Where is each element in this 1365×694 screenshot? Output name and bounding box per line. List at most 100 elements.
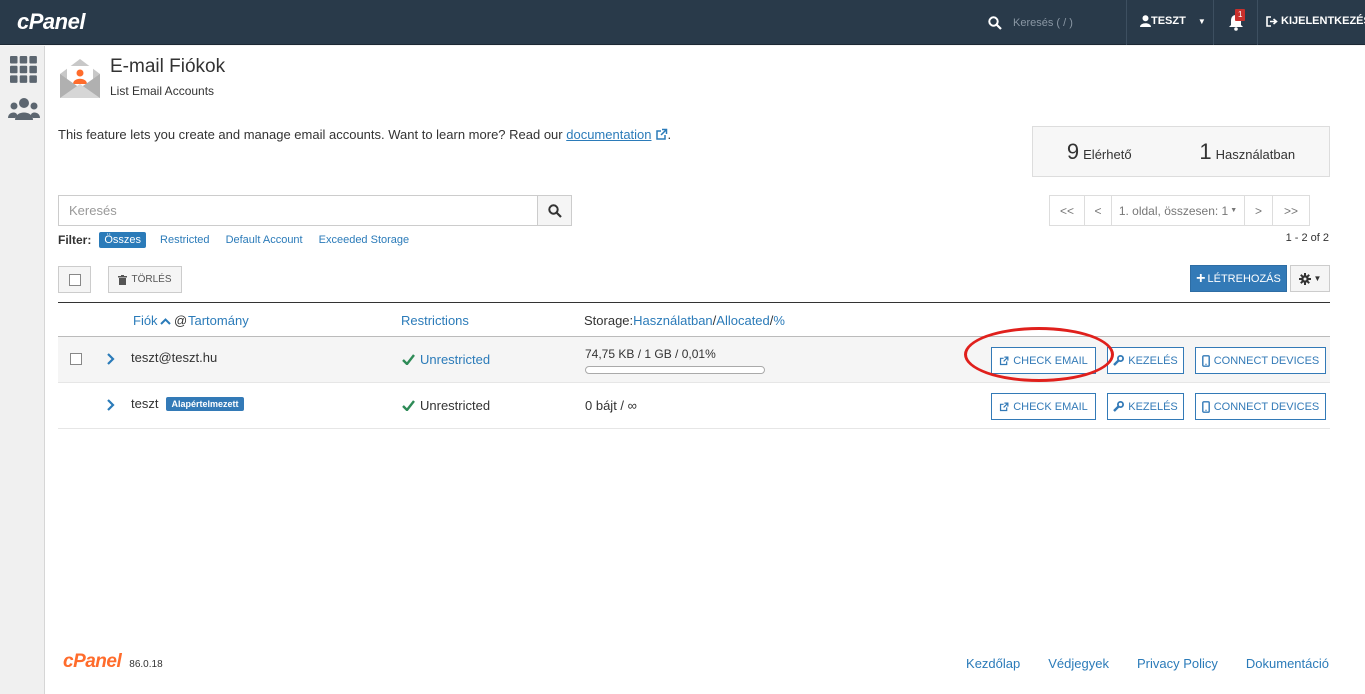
restriction-status[interactable]: Unrestricted xyxy=(402,352,490,367)
storage-prefix: Storage: xyxy=(584,313,634,328)
external-link-icon xyxy=(1000,402,1009,411)
main-content: E-mail Fiókok List Email Accounts This f… xyxy=(45,46,1365,694)
manage-button[interactable]: KEZELÉS xyxy=(1107,393,1184,420)
table-row: teszt Alapértelmezett Unrestricted 0 bájt… xyxy=(58,383,1330,429)
available-count: 9 xyxy=(1066,138,1080,164)
manage-label: KEZELÉS xyxy=(1128,354,1178,367)
storage-usage: 74,75 KB / 1 GB / 0,01% xyxy=(585,347,765,374)
user-menu[interactable]: TESZT ▼ xyxy=(1140,15,1206,27)
grid-apps-icon[interactable] xyxy=(10,56,37,83)
used-label: Használatban xyxy=(1215,146,1296,162)
cpanel-logo[interactable]: cPanel xyxy=(17,9,85,35)
search-icon xyxy=(988,16,1002,30)
check-icon xyxy=(402,400,415,411)
account-name: teszt@teszt.hu xyxy=(131,350,218,365)
email-envelope-icon xyxy=(60,59,100,98)
manage-label: KEZELÉS xyxy=(1128,400,1178,413)
footer-link-home[interactable]: Kezdőlap xyxy=(966,656,1020,671)
chevron-right-icon[interactable] xyxy=(106,352,116,366)
footer-cpanel-logo: cPanel xyxy=(63,651,122,672)
sort-domain[interactable]: Tartomány xyxy=(188,313,249,328)
filter-restricted[interactable]: Restricted xyxy=(160,234,210,246)
page-subtitle: List Email Accounts xyxy=(110,84,215,98)
manage-button[interactable]: KEZELÉS xyxy=(1107,347,1184,374)
sort-storage-percent[interactable]: % xyxy=(773,313,785,328)
select-all-checkbox[interactable] xyxy=(68,273,81,286)
restriction-status: Unrestricted xyxy=(402,398,490,413)
sort-storage-allocated[interactable]: Allocated xyxy=(716,313,769,328)
accounts-table: Fiók @ Tartomány Restrictions Storage: H… xyxy=(58,302,1330,429)
footer-link-docs[interactable]: Dokumentáció xyxy=(1246,656,1329,671)
users-icon[interactable] xyxy=(8,96,40,123)
settings-dropdown-button[interactable]: ▼ xyxy=(1290,265,1330,292)
select-all-button[interactable] xyxy=(58,266,91,293)
top-search[interactable]: Keresés ( / ) xyxy=(988,13,1118,33)
chevron-right-icon[interactable] xyxy=(106,398,116,412)
table-header: Fiók @ Tartomány Restrictions Storage: H… xyxy=(58,302,1330,337)
sidebar xyxy=(0,46,45,694)
page-select[interactable]: 1. oldal, összesen: 1 ▼ xyxy=(1111,195,1245,226)
external-link-icon xyxy=(1000,356,1009,365)
prev-page-button[interactable]: < xyxy=(1084,195,1112,226)
check-icon xyxy=(402,354,415,365)
divider xyxy=(1213,0,1214,45)
check-email-button[interactable]: CHECK EMAIL xyxy=(991,347,1096,374)
filter-exceeded-storage[interactable]: Exceeded Storage xyxy=(319,234,410,246)
create-label: LÉTREHOZÁS xyxy=(1207,272,1281,285)
page-title: E-mail Fiókok xyxy=(110,56,226,77)
search-input[interactable] xyxy=(58,195,537,226)
connect-devices-label: CONNECT DEVICES xyxy=(1213,400,1320,413)
check-email-button[interactable]: CHECK EMAIL xyxy=(991,393,1096,420)
storage-header: Storage: Használatban / Allocated / % xyxy=(584,313,785,328)
create-button[interactable]: + LÉTREHOZÁS xyxy=(1190,265,1287,292)
footer-link-trademarks[interactable]: Védjegyek xyxy=(1048,656,1109,671)
storage-text: 0 bájt / ∞ xyxy=(585,398,637,413)
sort-storage-used[interactable]: Használatban xyxy=(633,313,713,328)
intro-sentence: This feature lets you create and manage … xyxy=(58,127,567,142)
storage-text: 74,75 KB / 1 GB / 0,01% xyxy=(585,347,716,361)
external-link-icon xyxy=(655,128,667,140)
trash-icon xyxy=(118,274,128,285)
search-icon xyxy=(547,203,562,218)
chevron-down-icon: ▼ xyxy=(1230,207,1238,214)
logout-label: KIJELENTKEZÉS xyxy=(1281,15,1365,27)
sort-account[interactable]: Fiók xyxy=(133,313,158,328)
delete-button[interactable]: TÖRLÉS xyxy=(108,266,182,293)
filter-bar: Filter: Összes Restricted Default Accoun… xyxy=(58,232,425,248)
search-button[interactable] xyxy=(537,195,572,226)
default-account-badge: Alapértelmezett xyxy=(166,397,244,411)
logout-icon xyxy=(1266,15,1278,27)
mobile-phone-icon xyxy=(1201,354,1210,367)
footer-logo: cPanel 86.0.18 xyxy=(63,651,163,673)
logout-button[interactable]: KIJELENTKEZÉS xyxy=(1266,15,1365,27)
pagination: << < 1. oldal, összesen: 1 ▼ > >> xyxy=(1049,195,1310,226)
top-search-placeholder[interactable]: Keresés ( / ) xyxy=(1013,17,1073,29)
row-checkbox[interactable] xyxy=(70,353,82,365)
chevron-down-icon: ▼ xyxy=(1197,16,1206,26)
user-name: TESZT xyxy=(1151,15,1186,27)
next-page-button[interactable]: > xyxy=(1244,195,1273,226)
available-label: Elérhető xyxy=(1083,146,1132,162)
used-count: 1 xyxy=(1199,138,1212,164)
header-at: @ xyxy=(174,313,188,328)
first-page-button[interactable]: << xyxy=(1049,195,1085,226)
documentation-link[interactable]: documentation xyxy=(566,127,651,142)
check-email-label: CHECK EMAIL xyxy=(1013,400,1088,413)
footer-link-privacy[interactable]: Privacy Policy xyxy=(1137,656,1218,671)
quota-stats: 9 Elérhető 1 Használatban xyxy=(1032,126,1330,177)
divider xyxy=(1257,0,1258,45)
sort-restrictions[interactable]: Restrictions xyxy=(401,313,469,328)
filter-default-account[interactable]: Default Account xyxy=(226,234,303,246)
table-row: teszt@teszt.hu Unrestricted 74,75 KB / 1… xyxy=(58,337,1330,383)
divider xyxy=(1126,0,1127,45)
filter-all[interactable]: Összes xyxy=(99,232,147,248)
connect-devices-button[interactable]: CONNECT DEVICES xyxy=(1195,393,1326,420)
mobile-phone-icon xyxy=(1201,400,1210,413)
restriction-label: Unrestricted xyxy=(420,398,491,413)
last-page-button[interactable]: >> xyxy=(1272,195,1310,226)
result-range: 1 - 2 of 2 xyxy=(1285,232,1329,244)
connect-devices-label: CONNECT DEVICES xyxy=(1213,354,1320,367)
connect-devices-button[interactable]: CONNECT DEVICES xyxy=(1195,347,1326,374)
account-name: teszt xyxy=(131,396,159,411)
user-icon xyxy=(1140,15,1151,27)
